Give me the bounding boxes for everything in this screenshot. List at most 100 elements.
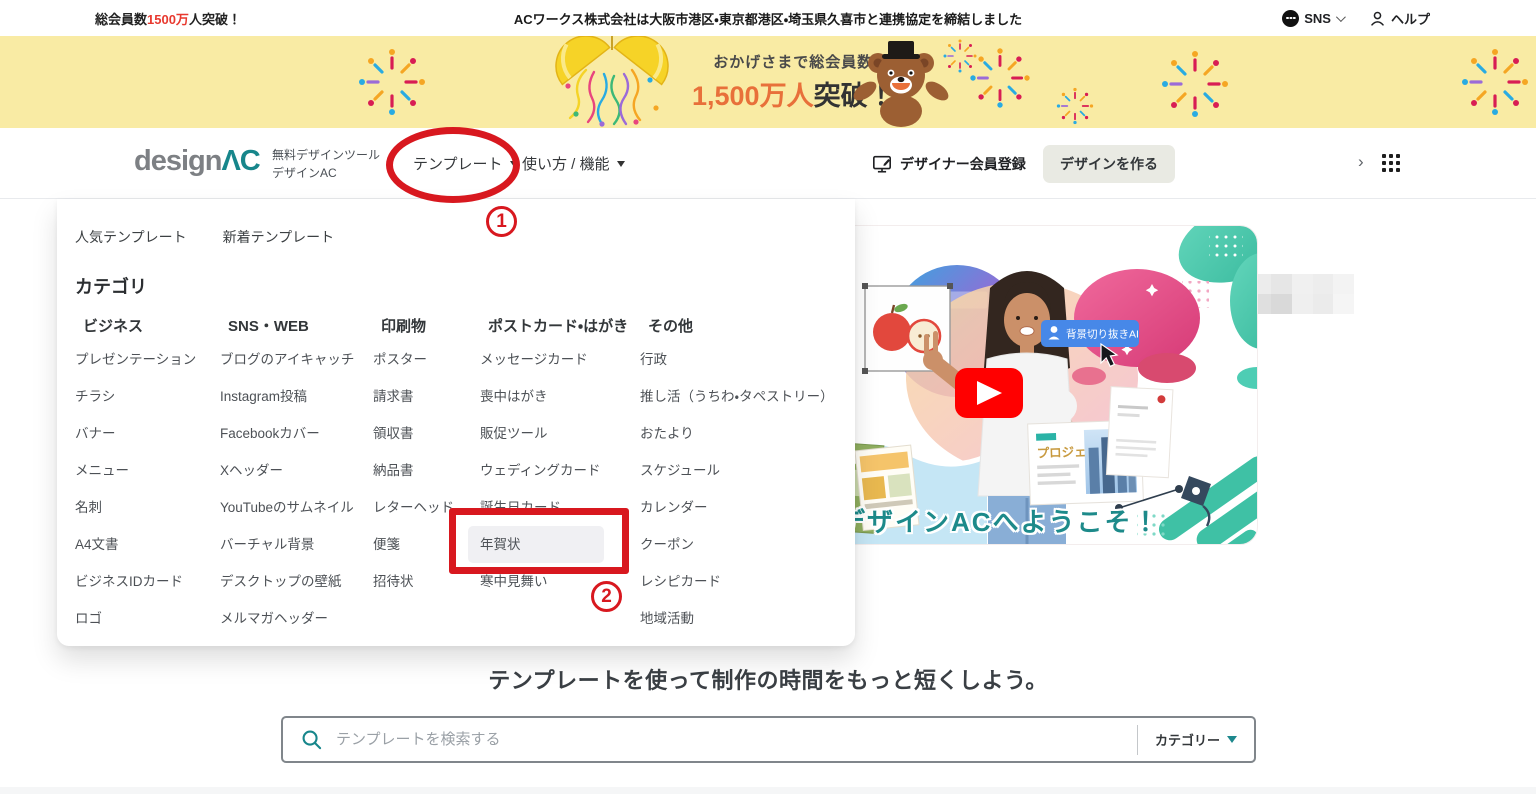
designac-page: 総会員数1500万人突破！ ACワークス株式会社は大阪市港区・東京都港区・埼玉県… bbox=[0, 0, 1536, 794]
apps-grid-button[interactable] bbox=[1382, 154, 1401, 173]
category-columns: ビジネス プレゼンテーション チラシ バナー メニュー 名刺 A4文書 ビジネス… bbox=[75, 315, 855, 637]
top-announcement-bar: 総会員数1500万人突破！ ACワークス株式会社は大阪市港区・東京都港区・埼玉県… bbox=[0, 0, 1536, 36]
column-business: ビジネス プレゼンテーション チラシ バナー メニュー 名刺 A4文書 ビジネス… bbox=[75, 315, 220, 637]
menu-item-community-activity[interactable]: 地域活動 bbox=[640, 600, 837, 637]
menu-item-birthday-card[interactable]: 誕生日カード bbox=[480, 489, 640, 526]
search-input[interactable] bbox=[336, 731, 1137, 748]
menu-item-receipt[interactable]: 領収書 bbox=[373, 415, 480, 452]
menu-item-calendar[interactable]: カレンダー bbox=[640, 489, 837, 526]
caret-down-icon bbox=[510, 161, 518, 167]
column-postcard: ポストカード・はがき メッセージカード 喪中はがき 販促ツール ウェディングカー… bbox=[480, 315, 640, 637]
tagline-line1: 無料デザインツール bbox=[272, 146, 380, 164]
logo-tagline: 無料デザインツール デザインAC bbox=[272, 146, 380, 182]
menu-item-facebook-cover[interactable]: Facebookカバー bbox=[220, 415, 373, 452]
menu-item-banner[interactable]: バナー bbox=[75, 415, 220, 452]
menu-item-winter-greeting[interactable]: 寒中見舞い bbox=[480, 563, 640, 600]
category-filter-label: カテゴリー bbox=[1155, 730, 1220, 749]
sns-menu-button[interactable]: SNS bbox=[1282, 10, 1343, 27]
nav-howto-label: 使い方 / 機能 bbox=[522, 153, 610, 174]
menu-item-flyer[interactable]: チラシ bbox=[75, 378, 220, 415]
topbar-right-group: SNS ヘルプ bbox=[1282, 9, 1430, 28]
tagline-line2: デザインAC bbox=[272, 164, 380, 182]
page-title: テンプレートを使って制作の時間をもっと短くしよう。 bbox=[0, 663, 1536, 695]
banner-count: 1,500万人 bbox=[692, 81, 814, 111]
menu-item-presentation[interactable]: プレゼンテーション bbox=[75, 341, 220, 378]
chevron-right-icon[interactable]: › bbox=[1358, 152, 1364, 172]
menu-item-delivery-slip[interactable]: 納品書 bbox=[373, 452, 480, 489]
column-header: 印刷物 bbox=[373, 315, 480, 341]
menu-item-virtual-background[interactable]: バーチャル背景 bbox=[220, 526, 373, 563]
menu-item-promo-tool[interactable]: 販促ツール bbox=[480, 415, 640, 452]
menu-item-letterhead[interactable]: レターヘッド bbox=[373, 489, 480, 526]
column-header: ビジネス bbox=[75, 315, 220, 341]
welcome-video-thumbnail[interactable]: 背景切り抜きAI プロジェクト bbox=[836, 225, 1258, 545]
member-count-highlight: 1500万 bbox=[147, 12, 189, 27]
menu-item-mourning-postcard[interactable]: 喪中はがき bbox=[480, 378, 640, 415]
nav-howto-features[interactable]: 使い方 / 機能 bbox=[522, 128, 625, 199]
column-print: 印刷物 ポスター 請求書 領収書 納品書 レターヘッド 便箋 招待状 bbox=[373, 315, 480, 637]
menu-item-a4-document[interactable]: A4文書 bbox=[75, 526, 220, 563]
menu-item-message-card[interactable]: メッセージカード bbox=[480, 341, 640, 378]
column-other: その他 行政 推し活（うちわ・タペストリー） おたより スケジュール カレンダー… bbox=[640, 315, 837, 637]
menu-item-newsletter-header[interactable]: メルマガヘッダー bbox=[220, 600, 373, 637]
menu-item-poster[interactable]: ポスター bbox=[373, 341, 480, 378]
nav-templates[interactable]: テンプレート bbox=[413, 128, 518, 199]
member-count-text: 総会員数1500万人突破！ bbox=[95, 9, 241, 28]
column-header: SNS・WEB bbox=[220, 315, 373, 341]
speech-bubble-icon bbox=[1282, 10, 1299, 27]
menu-item-desktop-wallpaper[interactable]: デスクトップの壁紙 bbox=[220, 563, 373, 600]
menu-item-oshikatsu[interactable]: 推し活（うちわ・タペストリー） bbox=[640, 378, 837, 415]
designer-register-link[interactable]: デザイナー会員登録 bbox=[872, 128, 1026, 199]
link-new-templates[interactable]: 新着テンプレート bbox=[223, 227, 335, 247]
main-header: designΛC 無料デザインツール デザインAC テンプレート 使い方 / 機… bbox=[0, 128, 1536, 199]
menu-item-business-card[interactable]: 名刺 bbox=[75, 489, 220, 526]
caret-down-icon bbox=[617, 161, 625, 167]
column-header: その他 bbox=[640, 315, 837, 341]
template-search-bar: カテゴリー bbox=[281, 716, 1256, 763]
menu-item-coupon[interactable]: クーポン bbox=[640, 526, 837, 563]
create-design-button[interactable]: デザインを作る bbox=[1043, 145, 1175, 183]
menu-item-new-year-card[interactable]: 年賀状 bbox=[468, 526, 604, 563]
column-sns-web: SNS・WEB ブログのアイキャッチ Instagram投稿 Facebookカ… bbox=[220, 315, 373, 637]
menu-item-x-header[interactable]: Xヘッダー bbox=[220, 452, 373, 489]
category-heading: カテゴリ bbox=[75, 273, 855, 299]
menu-item-stationery[interactable]: 便箋 bbox=[373, 526, 480, 563]
partnership-announcement: ACワークス株式会社は大阪市港区・東京都港区・埼玉県久喜市と連携協定を締結しまし… bbox=[514, 9, 1022, 28]
welcome-text: デザインACへようこそ！ bbox=[839, 502, 1161, 539]
monitor-pencil-icon bbox=[872, 154, 892, 174]
menu-item-otayori[interactable]: おたより bbox=[640, 415, 837, 452]
bottom-strip bbox=[0, 787, 1536, 794]
menu-item-instagram-post[interactable]: Instagram投稿 bbox=[220, 378, 373, 415]
help-button[interactable]: ヘルプ bbox=[1369, 9, 1430, 28]
member-count-prefix: 総会員数 bbox=[95, 12, 147, 27]
menu-item-invoice[interactable]: 請求書 bbox=[373, 378, 480, 415]
chevron-down-icon bbox=[1336, 12, 1346, 22]
menu-item-menu[interactable]: メニュー bbox=[75, 452, 220, 489]
template-dropdown-panel: 人気テンプレート 新着テンプレート カテゴリ ビジネス プレゼンテーション チラ… bbox=[57, 199, 855, 646]
sns-label: SNS bbox=[1304, 11, 1331, 26]
menu-item-youtube-thumbnail[interactable]: YouTubeのサムネイル bbox=[220, 489, 373, 526]
nav-templates-label: テンプレート bbox=[413, 153, 503, 174]
column-header: ポストカード・はがき bbox=[480, 315, 640, 341]
menu-item-blog-eyecatch[interactable]: ブログのアイキャッチ bbox=[220, 341, 373, 378]
menu-item-government[interactable]: 行政 bbox=[640, 341, 837, 378]
help-label: ヘルプ bbox=[1391, 9, 1430, 28]
designac-logo[interactable]: designΛC bbox=[134, 145, 260, 178]
menu-item-recipe-card[interactable]: レシピカード bbox=[640, 563, 837, 600]
menu-item-invitation[interactable]: 招待状 bbox=[373, 563, 480, 600]
magnifier-icon bbox=[301, 729, 322, 750]
bear-mascot bbox=[851, 41, 951, 127]
member-count-suffix: 人突破！ bbox=[189, 12, 241, 27]
menu-item-logo[interactable]: ロゴ bbox=[75, 600, 220, 637]
logo-text-design: design bbox=[134, 145, 221, 177]
menu-item-business-id-card[interactable]: ビジネスIDカード bbox=[75, 563, 220, 600]
menu-item-wedding-card[interactable]: ウェディングカード bbox=[480, 452, 640, 489]
ai-cutout-badge-label: 背景切り抜きAI bbox=[1066, 328, 1139, 341]
celebration-banner[interactable]: おかげさまで総会員数 1,500万人突破！ bbox=[0, 36, 1536, 128]
menu-item-schedule[interactable]: スケジュール bbox=[640, 452, 837, 489]
quick-links: 人気テンプレート 新着テンプレート bbox=[75, 227, 855, 247]
category-filter-dropdown[interactable]: カテゴリー bbox=[1138, 718, 1254, 761]
caret-down-icon bbox=[1227, 736, 1237, 743]
link-popular-templates[interactable]: 人気テンプレート bbox=[75, 227, 187, 247]
video-illustration: 背景切り抜きAI プロジェクト bbox=[837, 226, 1258, 545]
